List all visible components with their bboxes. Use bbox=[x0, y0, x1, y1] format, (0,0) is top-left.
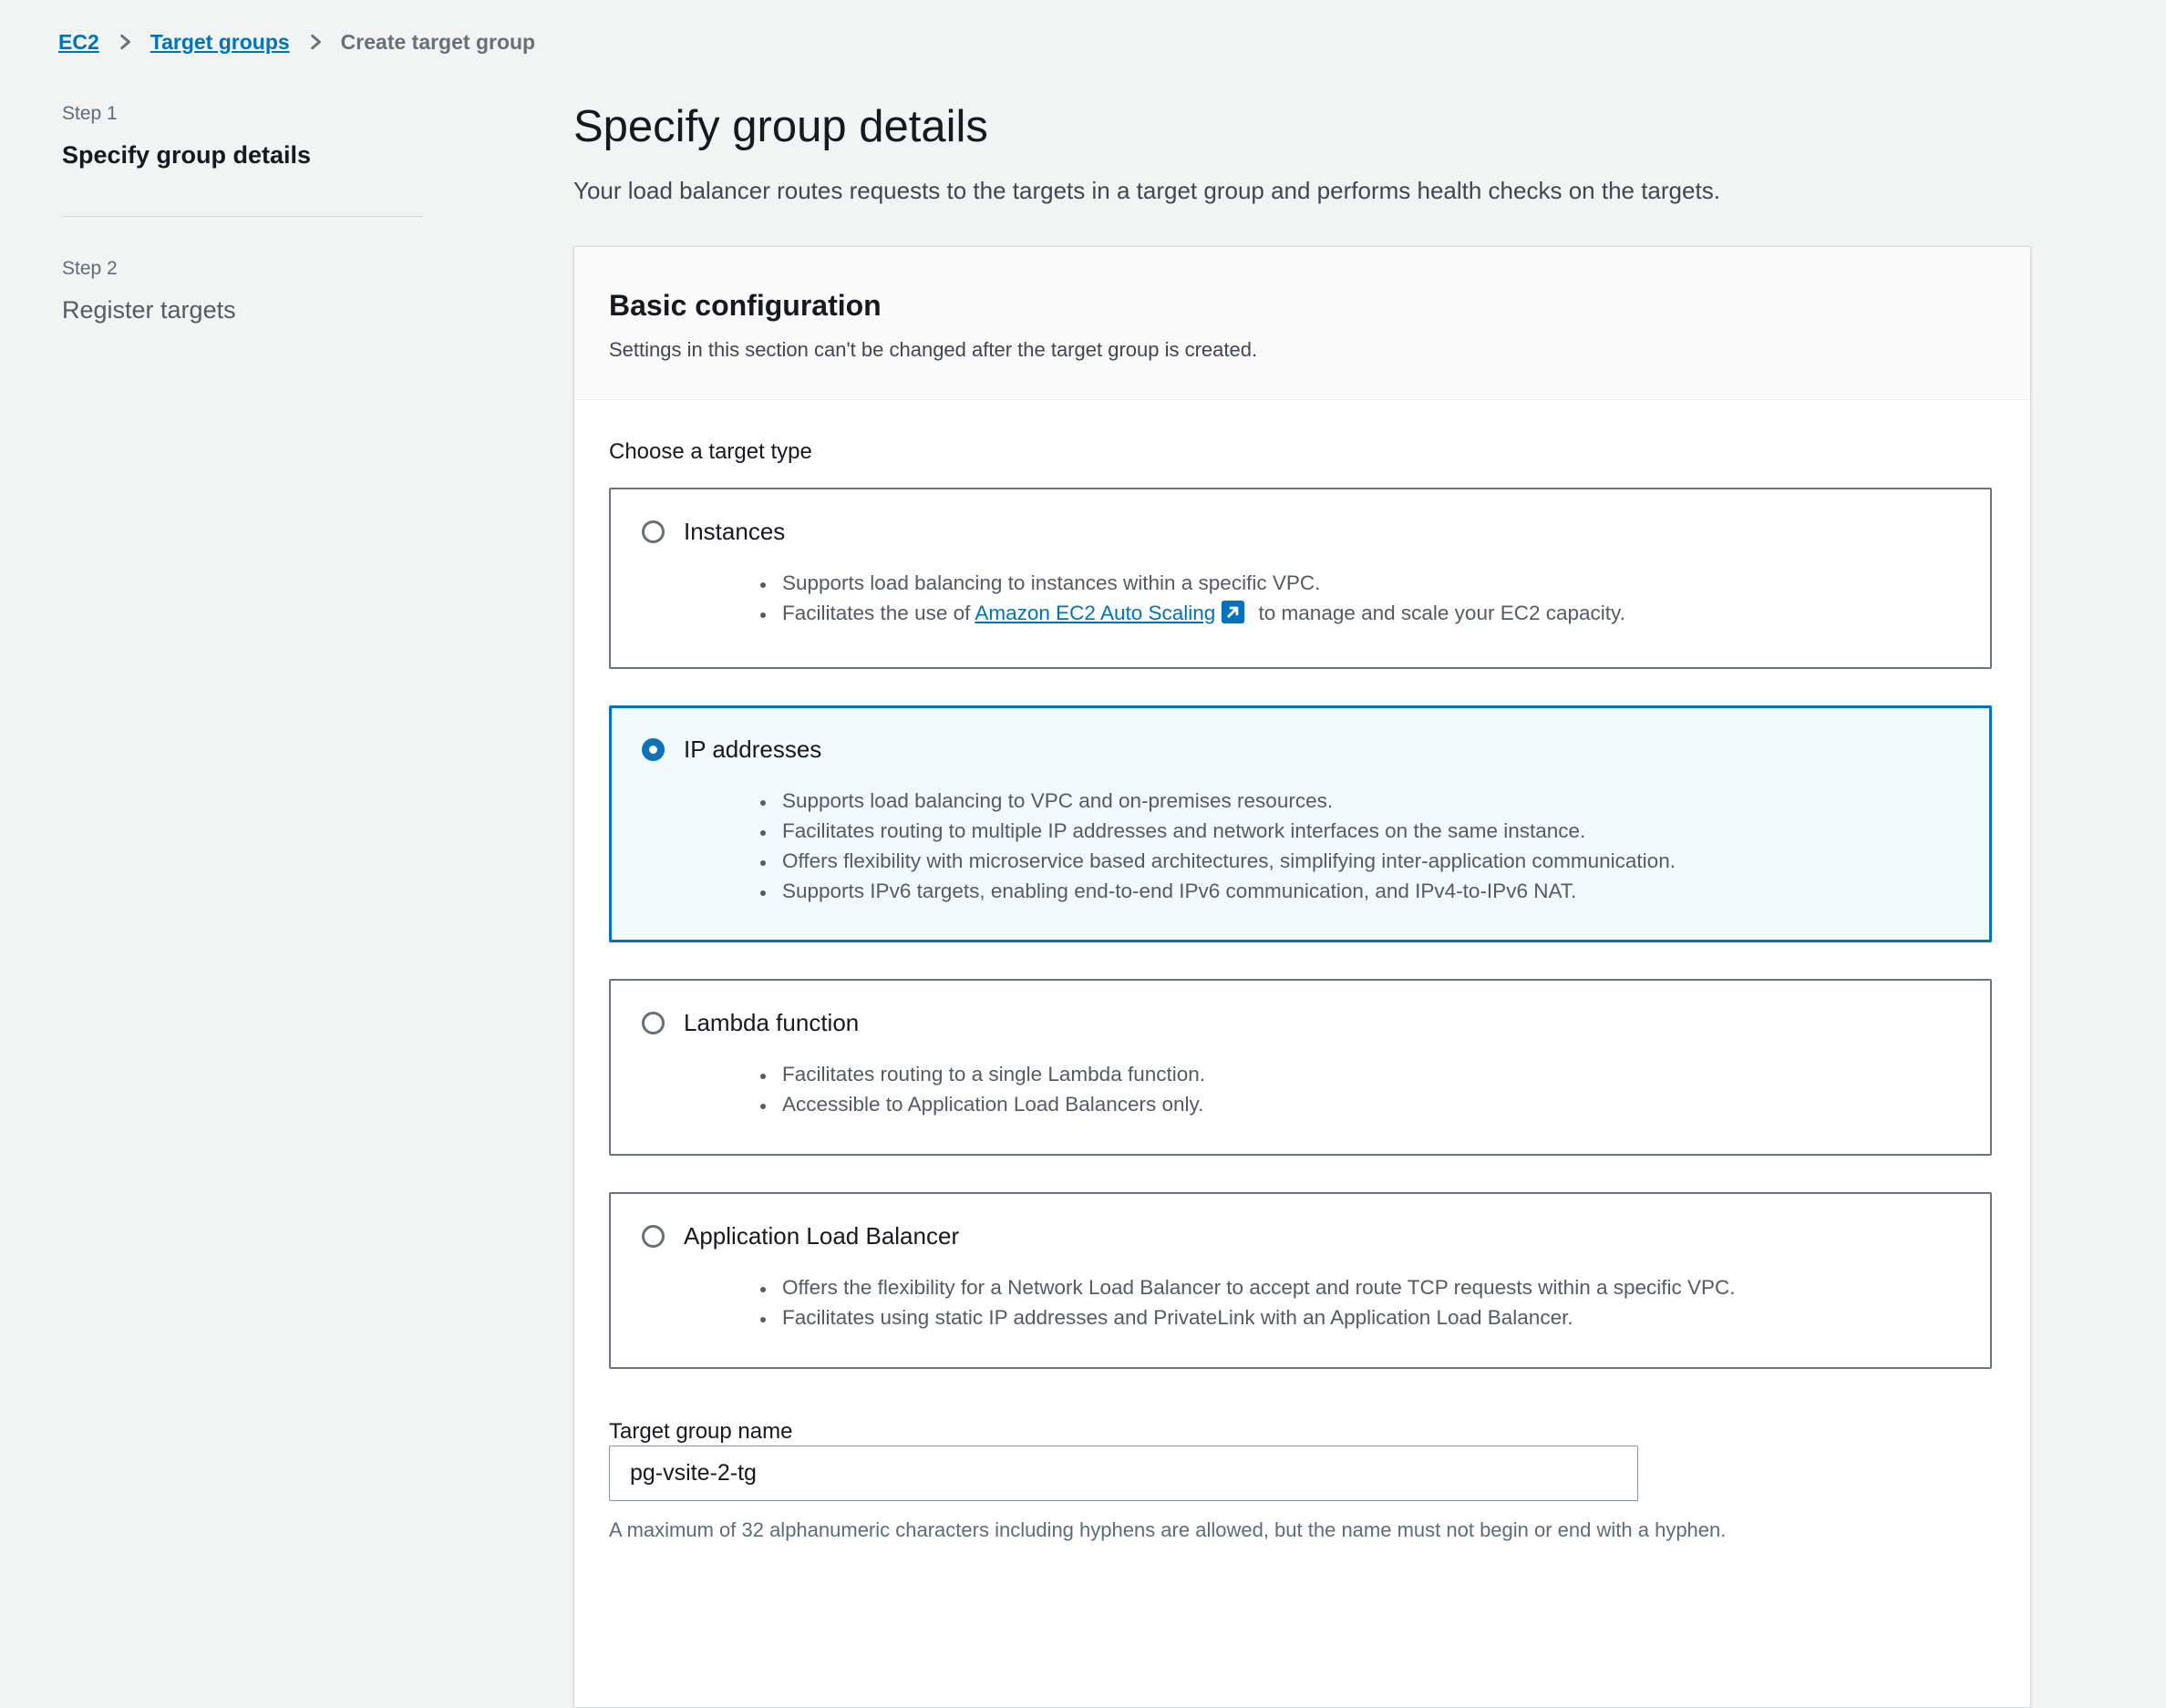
card-body: Choose a target type Instances Supports … bbox=[574, 400, 2030, 1707]
option-bullet: Facilitates routing to a single Lambda f… bbox=[777, 1059, 1963, 1089]
breadcrumb-link-ec2[interactable]: EC2 bbox=[58, 26, 99, 58]
target-group-name-field: Target group name A maximum of 32 alphan… bbox=[609, 1418, 1992, 1543]
option-label: Application Load Balancer bbox=[684, 1219, 959, 1252]
target-group-name-hint: A maximum of 32 alphanumeric characters … bbox=[609, 1518, 1992, 1543]
target-type-options: Instances Supports load balancing to ins… bbox=[609, 488, 1992, 1369]
wizard-step-2: Step 2 Register targets bbox=[62, 257, 423, 325]
card-title: Basic configuration bbox=[609, 287, 1992, 324]
option-bullet: Accessible to Application Load Balancers… bbox=[777, 1089, 1963, 1119]
option-bullet: Facilitates using static IP addresses an… bbox=[777, 1302, 1963, 1332]
option-bullet: Offers the flexibility for a Network Loa… bbox=[777, 1272, 1963, 1302]
option-label: Instances bbox=[684, 515, 785, 548]
amazon-ec2-auto-scaling-link[interactable]: Amazon EC2 Auto Scaling bbox=[975, 602, 1215, 624]
target-type-option-application-load-balancer[interactable]: Application Load Balancer Offers the fle… bbox=[609, 1192, 1992, 1369]
step-1-eyebrow: Step 1 bbox=[62, 102, 423, 126]
target-type-option-ip-addresses[interactable]: IP addresses Supports load balancing to … bbox=[609, 705, 1992, 942]
wizard-step-1: Step 1 Specify group details bbox=[62, 102, 423, 170]
option-bullets: Supports load balancing to instances wit… bbox=[642, 568, 1963, 633]
wizard-steps-sidebar: Step 1 Specify group details Step 2 Regi… bbox=[62, 102, 423, 325]
external-link-icon[interactable] bbox=[1221, 600, 1245, 633]
target-group-name-label: Target group name bbox=[609, 1419, 792, 1444]
chevron-right-icon bbox=[116, 33, 134, 51]
target-group-name-input[interactable] bbox=[609, 1446, 1638, 1501]
basic-configuration-card: Basic configuration Settings in this sec… bbox=[573, 246, 2031, 1708]
bullet-text: to manage and scale your EC2 capacity. bbox=[1253, 602, 1625, 624]
option-head: IP addresses bbox=[642, 733, 1963, 766]
option-bullets: Facilitates routing to a single Lambda f… bbox=[642, 1059, 1963, 1119]
option-label: IP addresses bbox=[684, 733, 821, 766]
bullet-text: Facilitates the use of bbox=[782, 602, 975, 624]
sidebar-step-specify-group-details[interactable]: Specify group details bbox=[62, 139, 423, 170]
card-note: Settings in this section can't be change… bbox=[609, 337, 1992, 363]
radio-unselected-icon[interactable] bbox=[642, 1225, 665, 1248]
radio-unselected-icon[interactable] bbox=[642, 1012, 665, 1034]
target-type-label: Choose a target type bbox=[609, 438, 1992, 466]
option-label: Lambda function bbox=[684, 1006, 859, 1039]
main-content: Specify group details Your load balancer… bbox=[573, 100, 2031, 1708]
breadcrumb-current-page: Create target group bbox=[341, 26, 535, 58]
breadcrumb-link-target-groups[interactable]: Target groups bbox=[150, 26, 290, 58]
option-head: Application Load Balancer bbox=[642, 1219, 1963, 1252]
option-head: Lambda function bbox=[642, 1006, 1963, 1039]
breadcrumb: EC2 Target groups Create target group bbox=[58, 26, 535, 58]
option-bullet: Offers flexibility with microservice bas… bbox=[777, 846, 1963, 876]
step-2-eyebrow: Step 2 bbox=[62, 257, 423, 281]
option-bullet: Supports load balancing to instances wit… bbox=[777, 568, 1963, 598]
option-bullet: Supports load balancing to VPC and on-pr… bbox=[777, 786, 1963, 816]
option-bullet: Supports IPv6 targets, enabling end-to-e… bbox=[777, 876, 1963, 906]
chevron-right-icon bbox=[306, 33, 325, 51]
target-type-option-instances[interactable]: Instances Supports load balancing to ins… bbox=[609, 488, 1992, 669]
page-description: Your load balancer routes requests to th… bbox=[573, 175, 2031, 206]
card-header: Basic configuration Settings in this sec… bbox=[574, 247, 2030, 400]
radio-unselected-icon[interactable] bbox=[642, 520, 665, 543]
option-head: Instances bbox=[642, 515, 1963, 548]
page-title: Specify group details bbox=[573, 100, 2031, 153]
target-type-option-lambda-function[interactable]: Lambda function Facilitates routing to a… bbox=[609, 979, 1992, 1156]
sidebar-step-register-targets: Register targets bbox=[62, 294, 423, 325]
option-bullets: Offers the flexibility for a Network Loa… bbox=[642, 1272, 1963, 1332]
steps-divider bbox=[62, 216, 423, 217]
option-bullet: Facilitates routing to multiple IP addre… bbox=[777, 816, 1963, 846]
option-bullet: Facilitates the use of Amazon EC2 Auto S… bbox=[777, 598, 1963, 633]
radio-selected-icon[interactable] bbox=[642, 738, 665, 761]
option-bullets: Supports load balancing to VPC and on-pr… bbox=[642, 786, 1963, 906]
